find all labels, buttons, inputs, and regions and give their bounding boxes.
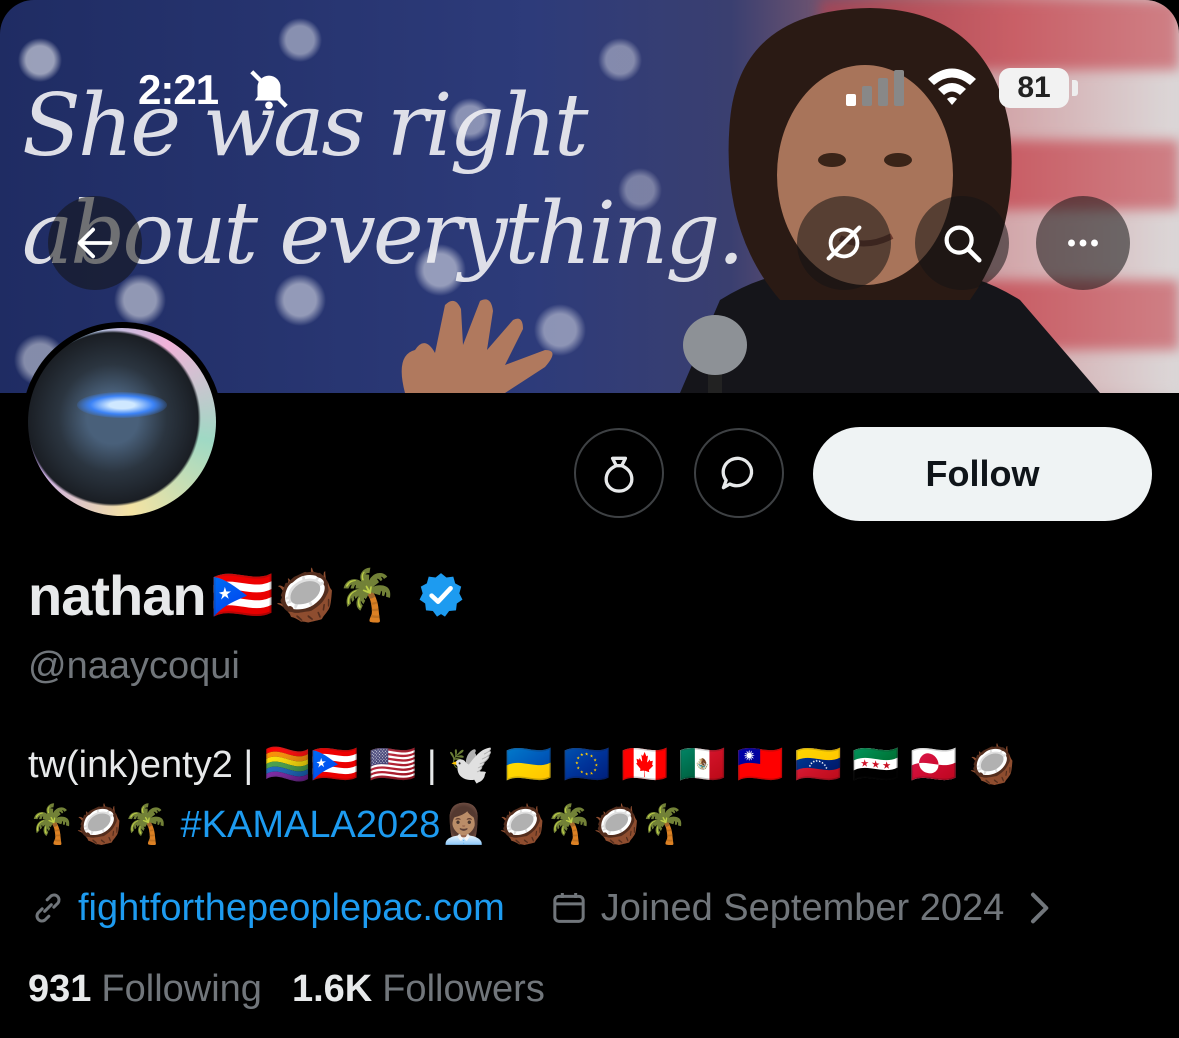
- search-button[interactable]: [915, 196, 1009, 290]
- bio-emojis-line2-after: 👩🏽‍💼 🥥🌴🥥🌴: [440, 804, 688, 846]
- chevron-right-icon[interactable]: [1018, 888, 1058, 928]
- bio-text: tw(ink)enty2 |: [28, 744, 264, 786]
- profile-avatar[interactable]: [22, 322, 222, 522]
- following-stat[interactable]: 931 Following: [28, 968, 262, 1011]
- bio-emojis-line2-before: 🌴🥥🌴: [28, 804, 181, 846]
- battery-tip: [1072, 80, 1078, 96]
- search-icon: [944, 225, 982, 263]
- signal-icon: [846, 70, 904, 106]
- avatar-image: [28, 328, 216, 516]
- joined-date[interactable]: Joined September 2024: [601, 887, 1005, 930]
- follow-button[interactable]: Follow: [813, 427, 1152, 521]
- grok-button[interactable]: [797, 196, 891, 290]
- tip-jar-icon: [604, 456, 634, 493]
- followers-stat[interactable]: 1.6K Followers: [292, 968, 545, 1011]
- profile-bio: tw(ink)enty2 | 🏳️‍🌈🇵🇷 🇺🇸 | 🕊️ 🇺🇦 🇪🇺 🇨🇦 🇲…: [28, 735, 1148, 855]
- name-emojis: 🇵🇷🥥🌴: [211, 567, 399, 623]
- back-arrow-icon: [77, 227, 113, 259]
- hashtag-link[interactable]: #KAMALA2028: [181, 804, 441, 846]
- more-button[interactable]: [1036, 196, 1130, 290]
- grok-icon: [826, 225, 862, 261]
- profile-banner[interactable]: She was right about everything. 2:21 81: [0, 0, 1179, 393]
- link-icon: [35, 893, 61, 923]
- bell-muted-icon: [250, 70, 288, 110]
- user-handle: @naaycoqui: [28, 645, 240, 687]
- follow-stats: 931 Following 1.6K Followers: [28, 968, 545, 1011]
- wifi-icon: [928, 68, 976, 105]
- verified-badge-icon[interactable]: [416, 570, 466, 620]
- name-row: nathan 🇵🇷🥥🌴: [28, 560, 466, 630]
- calendar-icon: [553, 893, 585, 923]
- avatar-glow: [77, 392, 167, 418]
- website-link[interactable]: fightforthepeoplepac.com: [78, 887, 505, 930]
- message-button[interactable]: [694, 428, 784, 518]
- banner-hand: [401, 299, 553, 393]
- bio-emojis-line1: 🏳️‍🌈🇵🇷 🇺🇸 | 🕊️ 🇺🇦 🇪🇺 🇨🇦 🇲🇽 🇹🇼 🇻🇪 🇸🇾 🇬🇱 🥥: [263, 744, 1016, 786]
- profile-meta: fightforthepeoplepac.com Joined Septembe…: [28, 880, 1058, 936]
- status-time: 2:21: [138, 66, 219, 113]
- display-name: nathan: [28, 563, 207, 627]
- back-button[interactable]: [48, 196, 142, 290]
- battery-indicator: 81: [999, 68, 1069, 108]
- tip-button[interactable]: [574, 428, 664, 518]
- message-icon: [721, 456, 754, 490]
- more-icon: [1068, 239, 1098, 247]
